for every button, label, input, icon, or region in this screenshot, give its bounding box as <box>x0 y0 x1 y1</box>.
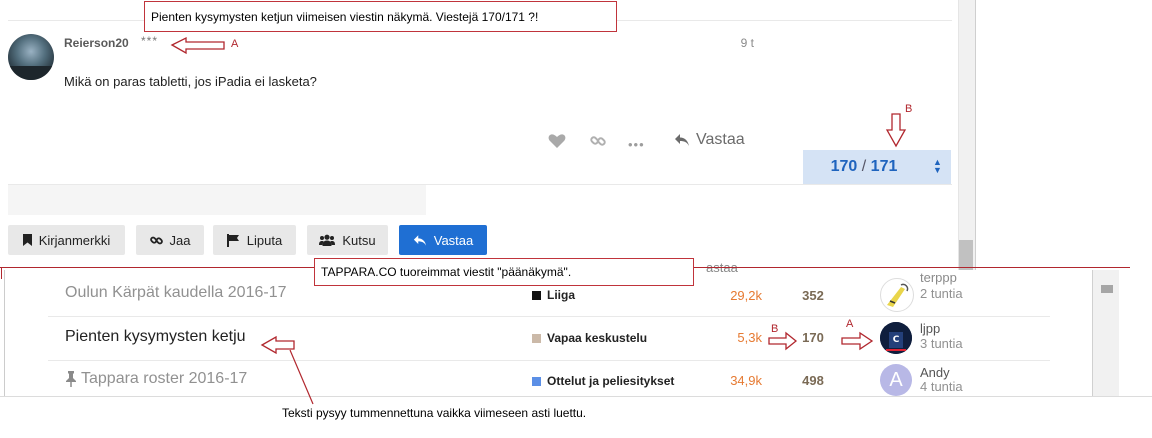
link-icon <box>149 236 163 244</box>
annotation-letter-a: A <box>231 38 239 50</box>
like-heart-icon[interactable] <box>548 133 566 149</box>
progress-current: 170 <box>830 158 858 175</box>
topic-title-text: Tappara roster 2016-17 <box>81 370 248 387</box>
annotation-note: TAPPARA.CO tuoreimmat viestit "päänäkymä… <box>314 258 694 286</box>
post-age[interactable]: 9 t <box>720 36 754 50</box>
topic-row[interactable]: Tappara roster 2016-17 Ottelut ja pelies… <box>48 360 1050 404</box>
avatar[interactable]: A <box>880 364 912 396</box>
annotation-tick <box>1 267 2 279</box>
post-reply-button[interactable]: Vastaa <box>674 131 745 149</box>
divider <box>0 396 1152 397</box>
topic-row[interactable]: Pienten kysymysten ketju Vapaa keskustel… <box>48 316 1050 361</box>
category-badge[interactable]: Vapaa keskustelu <box>532 331 647 345</box>
flag-icon <box>226 233 239 247</box>
annotation-letter-b: B <box>905 103 913 115</box>
annotation-letter-b: B <box>771 323 779 335</box>
topic-replies[interactable]: 170 <box>793 330 833 345</box>
avatar[interactable] <box>8 34 54 80</box>
category-name: Ottelut ja peliesitykset <box>547 374 675 388</box>
post-username[interactable]: Reierson20 <box>64 36 129 50</box>
topic-progress[interactable]: 170 / 171 ▲ ▼ <box>803 150 951 184</box>
bookmark-label: Kirjanmerkki <box>38 232 111 248</box>
more-options-icon[interactable]: ••• <box>628 137 645 152</box>
frame-edge <box>4 270 5 396</box>
category-name: Liiga <box>547 288 576 302</box>
bookmark-icon <box>22 234 32 246</box>
sort-arrows-icon[interactable]: ▲ ▼ <box>933 158 942 175</box>
reply-arrow-icon <box>413 234 426 246</box>
scrollbar[interactable] <box>958 0 976 270</box>
topic-title[interactable]: Pienten kysymysten ketju <box>65 328 246 346</box>
avatar[interactable]: C <box>880 322 912 354</box>
category-badge[interactable]: Liiga <box>532 288 575 302</box>
reply-arrow-icon <box>675 134 689 146</box>
scrollbar-thumb[interactable] <box>959 240 973 270</box>
topic-title[interactable]: Tappara roster 2016-17 <box>65 370 247 388</box>
activity-time[interactable]: 4 tuntia <box>920 379 963 394</box>
topic-views: 5,3k <box>737 330 762 345</box>
category-color-swatch <box>532 290 541 300</box>
invite-button[interactable]: Kutsu <box>307 225 388 255</box>
activity-time[interactable]: 3 tuntia <box>920 336 963 351</box>
scrollbar-up-arrow-icon[interactable] <box>1101 285 1113 293</box>
progress-total: 171 <box>870 158 898 175</box>
annotation-caption: Teksti pysyy tummennettuna vaikka viimes… <box>282 406 587 420</box>
post-body: Mikä on paras tabletti, jos iPadia ei la… <box>64 74 317 89</box>
link-icon[interactable] <box>590 133 606 149</box>
svg-text:C: C <box>893 335 900 345</box>
bookmark-button[interactable]: Kirjanmerkki <box>8 225 125 255</box>
activity-time[interactable]: 2 tuntia <box>920 286 963 301</box>
users-icon <box>319 234 336 246</box>
topic-title[interactable]: Oulun Kärpät kaudella 2016-17 <box>65 284 287 302</box>
last-poster[interactable]: Andy <box>920 365 950 380</box>
share-label: Jaa <box>169 232 191 248</box>
reply-button[interactable]: Vastaa <box>399 225 487 255</box>
reply-label: Vastaa <box>433 232 474 248</box>
composer-placeholder <box>8 185 426 215</box>
invite-label: Kutsu <box>342 232 376 248</box>
progress-separator: / <box>861 158 867 175</box>
category-name: Vapaa keskustelu <box>547 331 648 345</box>
topic-view-panel: Reierson20 *** 9 t Mikä on paras tablett… <box>0 0 958 270</box>
last-poster[interactable]: terppp <box>920 270 957 285</box>
category-color-swatch <box>532 376 541 386</box>
window-edge <box>975 0 976 270</box>
topic-replies[interactable]: 498 <box>793 373 833 388</box>
last-poster[interactable]: ljpp <box>920 321 940 336</box>
share-button[interactable]: Jaa <box>136 225 204 255</box>
user-stars: *** <box>141 34 159 48</box>
topic-views: 34,9k <box>730 373 762 388</box>
flag-button[interactable]: Liputa <box>213 225 296 255</box>
flag-label: Liputa <box>246 232 283 248</box>
category-color-swatch <box>532 333 541 343</box>
annotation-letter-a: A <box>846 318 854 330</box>
annotation-note: Pienten kysymysten ketjun viimeisen vies… <box>144 1 617 32</box>
category-badge[interactable]: Ottelut ja peliesitykset <box>532 374 674 388</box>
post-reply-label: Vastaa <box>696 131 745 148</box>
topic-views: 29,2k <box>730 288 762 303</box>
scrollbar[interactable] <box>1093 270 1119 396</box>
topic-replies[interactable]: 352 <box>793 288 833 303</box>
pin-icon <box>66 371 76 387</box>
avatar[interactable] <box>880 278 914 312</box>
